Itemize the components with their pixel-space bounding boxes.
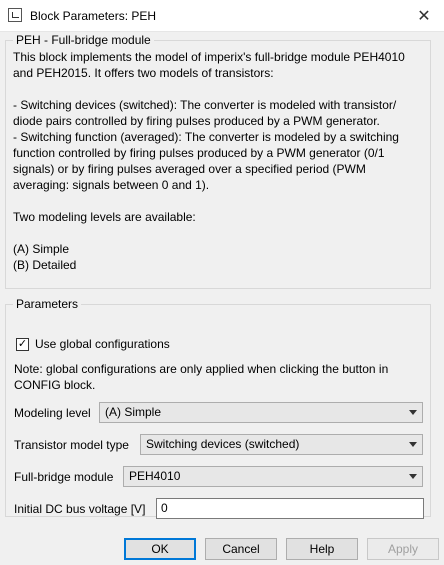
- ok-button[interactable]: OK: [124, 538, 196, 560]
- global-config-note: Note: global configurations are only app…: [14, 362, 389, 392]
- description-legend: PEH - Full-bridge module: [16, 33, 151, 47]
- apply-button[interactable]: Apply: [367, 538, 439, 560]
- close-icon[interactable]: ✕: [404, 0, 444, 31]
- description-group: PEH - Full-bridge module This block impl…: [5, 33, 431, 289]
- cancel-button[interactable]: Cancel: [205, 538, 277, 560]
- use-global-checkbox[interactable]: ✓: [16, 337, 29, 351]
- full-bridge-module-label: Full-bridge module: [14, 470, 114, 484]
- parameters-legend: Parameters: [16, 297, 79, 311]
- transistor-model-label: Transistor model type: [14, 438, 129, 452]
- window-title: Block Parameters: PEH: [30, 9, 157, 23]
- block-icon: [8, 8, 22, 22]
- help-button[interactable]: Help: [286, 538, 358, 560]
- parameters-group: Parameters ✓ Use global configurations N…: [5, 297, 431, 519]
- full-bridge-module-select[interactable]: PEH4010: [123, 466, 423, 487]
- chevron-down-icon: [409, 474, 417, 479]
- transistor-model-value: Switching devices (switched): [146, 437, 300, 451]
- modeling-level-select[interactable]: (A) Simple: [99, 402, 423, 423]
- block-description: This block implements the model of imper…: [13, 50, 405, 272]
- initial-dc-bus-input[interactable]: 0: [156, 498, 424, 519]
- full-bridge-module-value: PEH4010: [129, 469, 181, 483]
- use-global-label: Use global configurations: [35, 337, 170, 351]
- chevron-down-icon: [409, 410, 417, 415]
- modeling-level-value: (A) Simple: [105, 405, 162, 419]
- initial-dc-bus-label: Initial DC bus voltage [V]: [14, 502, 146, 516]
- transistor-model-select[interactable]: Switching devices (switched): [140, 434, 423, 455]
- chevron-down-icon: [409, 442, 417, 447]
- use-global-row[interactable]: ✓ Use global configurations: [16, 337, 170, 351]
- modeling-level-label: Modeling level: [14, 406, 91, 420]
- title-bar: Block Parameters: PEH ✕: [0, 0, 444, 32]
